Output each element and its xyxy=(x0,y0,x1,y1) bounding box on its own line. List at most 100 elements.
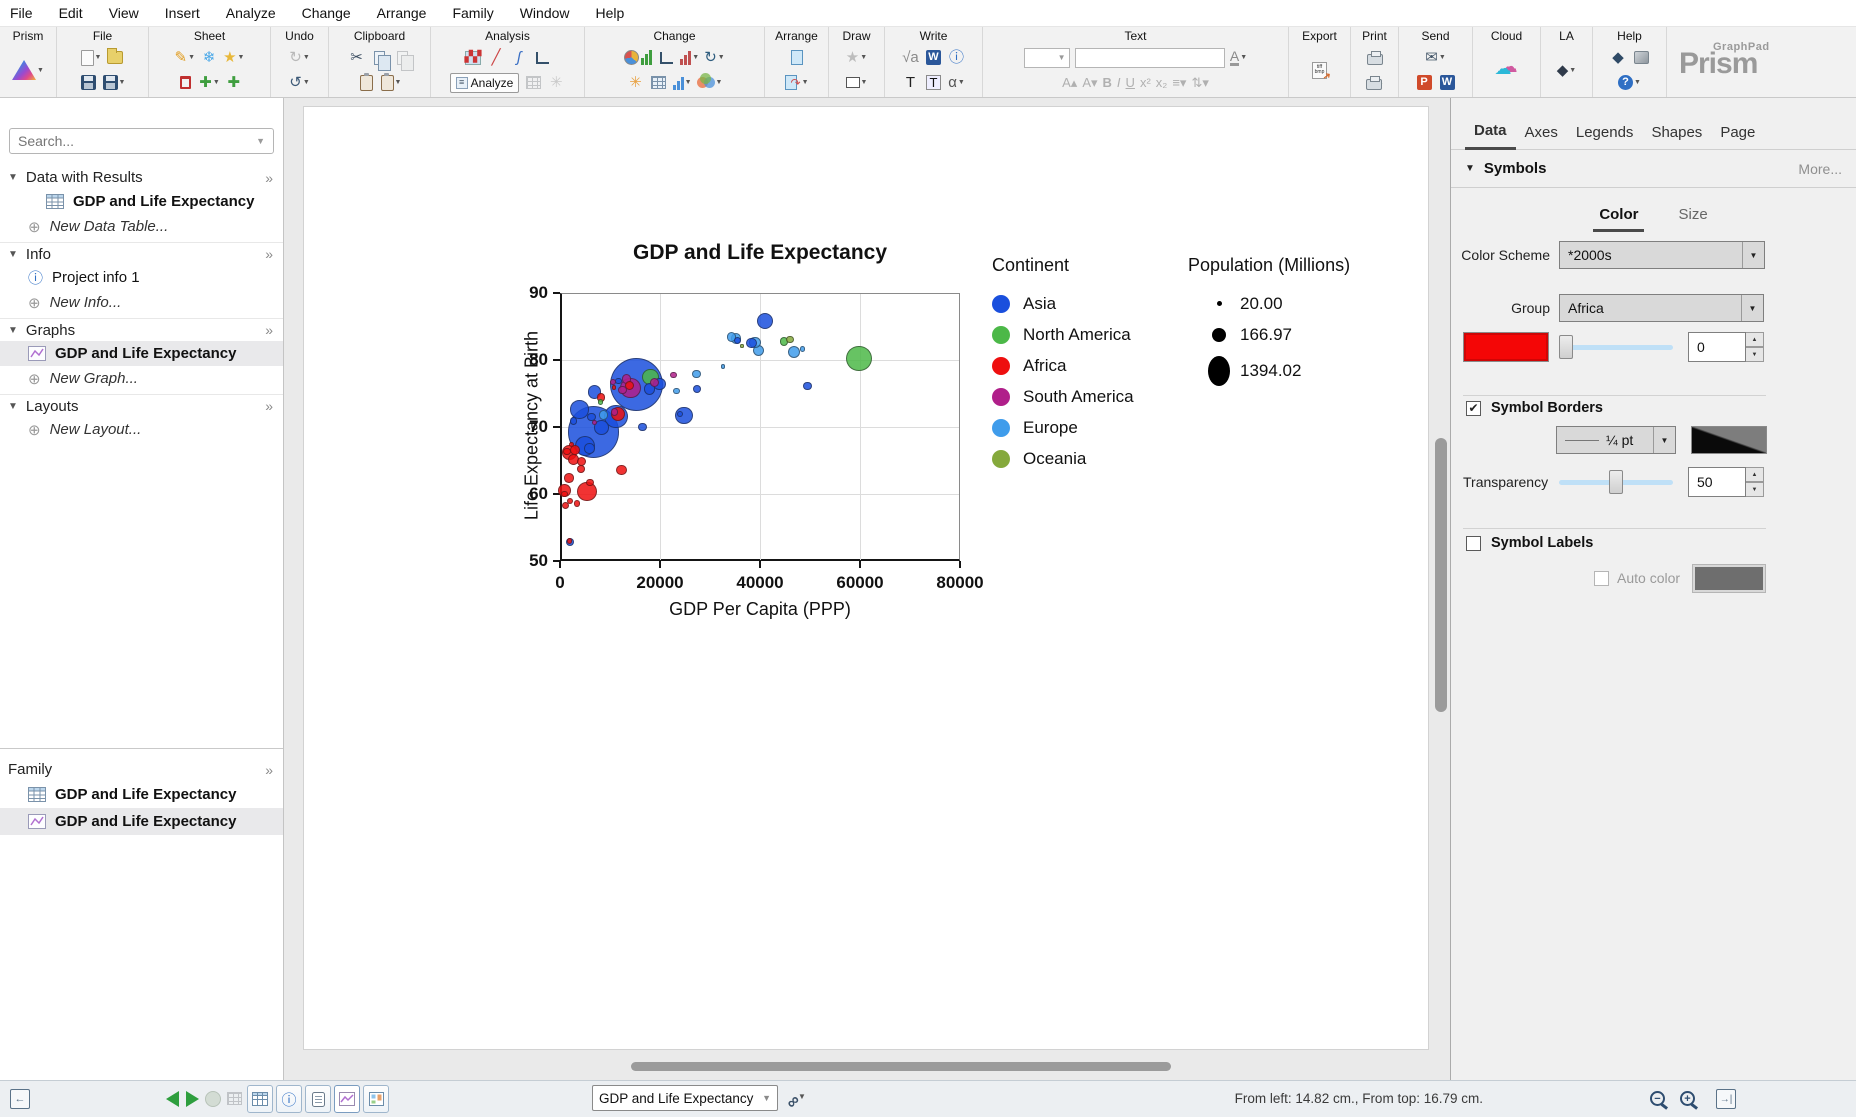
data-bubble[interactable] xyxy=(693,385,701,393)
color-shade-slider[interactable] xyxy=(1559,334,1673,360)
legend-entry[interactable]: South America xyxy=(992,381,1134,412)
menu-change[interactable]: Change xyxy=(302,5,351,21)
legend-entry[interactable]: Africa xyxy=(992,350,1134,381)
open-file-icon[interactable] xyxy=(106,49,124,67)
chart-title[interactable]: GDP and Life Expectancy xyxy=(460,241,1060,265)
save-icon[interactable] xyxy=(80,74,98,92)
symbol-labels-checkbox[interactable]: ✔ xyxy=(1466,536,1481,551)
fit-axes-icon[interactable] xyxy=(533,49,551,67)
data-bubble[interactable] xyxy=(673,388,679,394)
color-offset-value[interactable]: 0 xyxy=(1688,332,1746,362)
delete-sheet-icon[interactable] xyxy=(176,74,194,92)
graph-type-icon[interactable] xyxy=(624,49,652,67)
data-bubble[interactable] xyxy=(800,346,806,352)
pin-icon[interactable]: ★▼ xyxy=(223,49,244,67)
copy-icon[interactable] xyxy=(371,49,389,67)
chevron-down-icon[interactable]: ▼ xyxy=(1742,242,1764,268)
vertical-scrollbar[interactable] xyxy=(1435,438,1447,712)
view-table-button[interactable] xyxy=(247,1085,273,1113)
export-image-icon[interactable]: tiff bmp xyxy=(1311,61,1329,79)
symbols-section-header[interactable]: ▼ Symbols More... xyxy=(1451,150,1856,188)
color-scheme-dropdown[interactable]: *2000s ▼ xyxy=(1559,241,1765,269)
cube-icon[interactable]: ◆▼ xyxy=(1557,61,1576,79)
expand-panel-icon[interactable]: →| xyxy=(1716,1089,1736,1109)
menu-arrange[interactable]: Arrange xyxy=(377,5,427,21)
paste-special-icon[interactable]: ▼ xyxy=(381,74,402,92)
sidebar-item[interactable]: ⊕New Data Table... xyxy=(0,214,283,239)
data-bubble[interactable] xyxy=(734,337,741,344)
legend-title[interactable]: Continent xyxy=(992,255,1134,279)
new-file-icon[interactable]: ▼ xyxy=(81,49,102,67)
legend-swatch[interactable] xyxy=(992,295,1010,313)
search-ball-icon[interactable] xyxy=(205,1091,221,1107)
font-size-select[interactable]: ▼ xyxy=(1024,48,1070,68)
data-bubble[interactable] xyxy=(786,336,793,343)
new-sheet-icon[interactable]: ✚▼ xyxy=(199,74,220,92)
more-link[interactable]: More... xyxy=(1798,161,1842,177)
menu-help[interactable]: Help xyxy=(596,5,625,21)
help-circle-icon[interactable]: ?▼ xyxy=(1618,74,1641,92)
duplicate-sheet-icon[interactable]: ✚ xyxy=(225,74,243,92)
swap-axes-icon[interactable] xyxy=(657,49,675,67)
data-bubble[interactable] xyxy=(563,448,570,455)
legend-swatch[interactable] xyxy=(992,388,1010,406)
sidebar-section-layouts[interactable]: ▼Layouts» xyxy=(0,394,283,417)
data-bubble[interactable] xyxy=(577,465,585,473)
chevron-down-icon[interactable]: ▼ xyxy=(1653,427,1675,453)
data-bubble[interactable] xyxy=(803,382,811,390)
data-bubble[interactable] xyxy=(570,417,578,425)
copy-ghost-icon[interactable] xyxy=(394,49,412,67)
chevron-down-icon[interactable]: ▼ xyxy=(1741,295,1763,321)
link-icon[interactable]: ∞▼ xyxy=(782,1085,810,1113)
paste-icon[interactable] xyxy=(358,74,376,92)
page-rotate-icon[interactable]: ↷▼ xyxy=(785,74,809,92)
zoom-in-icon[interactable]: + xyxy=(1680,1091,1695,1106)
data-bubble[interactable] xyxy=(740,344,743,347)
superscript-icon[interactable]: x² xyxy=(1140,75,1151,90)
group-dropdown[interactable]: Africa ▼ xyxy=(1559,294,1764,322)
tab-legends[interactable]: Legends xyxy=(1567,118,1643,149)
view-graph-button[interactable] xyxy=(334,1085,360,1113)
subscript-icon[interactable]: x₂ xyxy=(1156,75,1168,90)
format-grid-icon[interactable] xyxy=(650,74,668,92)
spin-up-icon[interactable]: ▲ xyxy=(1746,332,1764,347)
analyze-icon[interactable]: ≡Analyze xyxy=(450,74,520,92)
data-bubble[interactable] xyxy=(599,410,608,419)
tab-axes[interactable]: Axes xyxy=(1516,118,1567,149)
data-bubble[interactable] xyxy=(846,346,872,372)
font-name-select[interactable] xyxy=(1075,48,1225,68)
data-bubble[interactable] xyxy=(584,443,594,453)
expand-icon[interactable]: » xyxy=(265,762,273,778)
data-bubble[interactable] xyxy=(638,423,647,432)
data-bubble[interactable] xyxy=(757,313,773,329)
bold-icon[interactable]: B xyxy=(1103,75,1112,90)
menu-insert[interactable]: Insert xyxy=(165,5,200,21)
expand-icon[interactable]: » xyxy=(265,246,273,262)
family-section-header[interactable]: Family» xyxy=(0,758,283,781)
collapse-sidebar-icon[interactable]: ← xyxy=(10,1089,30,1109)
auto-color-checkbox[interactable]: ✔ xyxy=(1594,571,1609,586)
data-bubble[interactable] xyxy=(612,385,617,390)
data-bubble[interactable] xyxy=(670,372,676,378)
freeze-icon[interactable]: ❄ xyxy=(200,49,218,67)
shrink-text-icon[interactable]: A▾ xyxy=(1082,75,1097,91)
data-bubble[interactable] xyxy=(570,400,588,418)
slider-thumb[interactable] xyxy=(1609,470,1623,494)
graph-family-icon[interactable]: ▼ xyxy=(673,74,692,92)
data-bubble[interactable] xyxy=(567,538,572,543)
menu-analyze[interactable]: Analyze xyxy=(226,5,276,21)
chevron-down-icon[interactable]: ▼ xyxy=(8,249,18,260)
menu-window[interactable]: Window xyxy=(520,5,570,21)
draw-star-icon[interactable]: ★▼ xyxy=(846,49,867,67)
spin-down-icon[interactable]: ▼ xyxy=(1746,347,1764,362)
email-icon[interactable]: ✉▼ xyxy=(1425,49,1446,67)
sidebar-item[interactable]: ⊕New Graph... xyxy=(0,366,283,391)
next-sheet-icon[interactable] xyxy=(186,1091,199,1107)
legend-entry[interactable]: Oceania xyxy=(992,443,1134,474)
text-boxed-icon[interactable]: T xyxy=(925,74,943,92)
data-pattern-icon[interactable]: ▞▞ xyxy=(464,49,482,67)
subtab-size[interactable]: Size xyxy=(1672,204,1713,232)
color-wheel-icon[interactable]: ▼ xyxy=(697,74,723,92)
data-bubble[interactable] xyxy=(564,473,573,482)
printer-check-icon[interactable]: ✔ xyxy=(1366,74,1384,92)
